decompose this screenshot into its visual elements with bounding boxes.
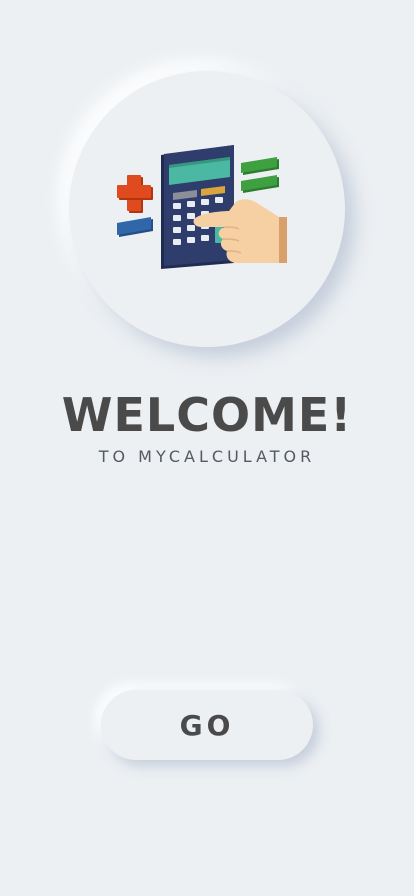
minus-icon	[117, 217, 153, 237]
calculator-hand-icon	[117, 145, 287, 269]
equals-icon	[241, 157, 279, 193]
plus-icon	[117, 175, 153, 213]
calculator-icon	[161, 145, 234, 269]
welcome-screen: WELCOME! TO MYCALCULATOR GO	[0, 0, 414, 896]
go-button[interactable]: GO	[101, 690, 313, 760]
welcome-title: WELCOME!	[61, 388, 353, 442]
welcome-subtitle: TO MYCALCULATOR	[98, 447, 316, 466]
hero-circle	[69, 71, 345, 347]
